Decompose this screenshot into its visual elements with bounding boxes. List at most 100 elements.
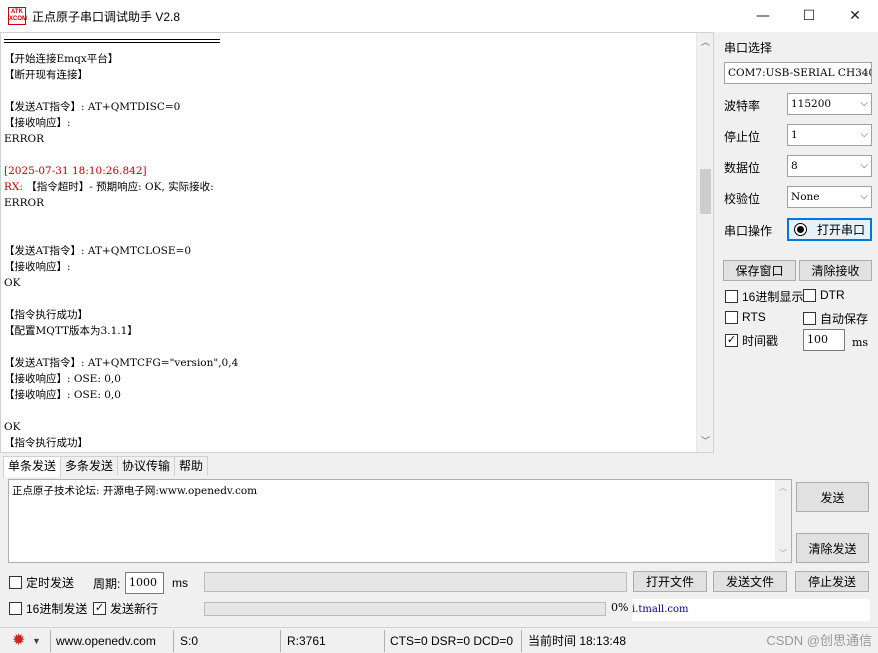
period-label: 周期: [93,577,121,591]
log-line: OK [4,421,21,433]
progress-text: 0% [611,601,629,614]
dtr-label: DTR [820,288,845,302]
clear-send-button[interactable]: 清除发送 [796,533,869,563]
clear-receive-button[interactable]: 清除接收 [799,260,872,281]
auto-save-checkbox[interactable]: 自动保存 [803,310,868,327]
log-line: OK [4,277,21,289]
maximize-button[interactable]: ☐ [786,0,832,32]
stop-send-button[interactable]: 停止发送 [795,571,869,592]
log-line: 【发送AT指令】: AT+QMTCLOSE=0 [4,245,192,257]
minimize-button[interactable]: — [740,0,786,32]
period-input[interactable]: 1000 [125,572,164,594]
status-bar: ✹ ▼ www.openedv.com S:0 R:3761 CTS=0 DSR… [0,627,878,653]
auto-save-label: 自动保存 [820,312,869,326]
log-line: RX: 【指令超时】- 预期响应: OK, 实际接收: [4,181,214,193]
tab-single-send[interactable]: 单条发送 [3,456,62,477]
send-newline-checkbox[interactable]: ✓ 发送新行 [93,600,158,617]
databit-select[interactable]: 8 ⌵ [787,155,872,177]
check-icon: ✓ [93,602,106,615]
log-line: 【接收响应】: OSE: 0,0 [4,389,121,401]
gear-icon[interactable]: ✹ [12,631,25,651]
timed-send-label: 定时发送 [26,576,75,590]
send-progress-bar [204,602,606,616]
checkbox-box [725,310,738,324]
receive-textarea[interactable]: 【开始连接Emqx平台】 【断开现有连接】【发送AT指令】: AT+QMTDISC… [0,32,714,453]
log-line: 【接收响应】: [4,117,71,129]
log-line: 【指令执行成功】 [4,309,88,321]
port-select-label: 串口选择 [724,41,773,55]
chevron-down-icon: ⌵ [860,191,868,202]
period-unit: ms [172,576,188,590]
checkbox-box [803,288,816,302]
chevron-down-icon: ⌵ [860,98,868,109]
log-line: 【接收响应】: OSE: 0,0 [4,373,121,385]
log-line: 【发送AT指令】: AT+QMTCFG="version",0,4 [4,357,239,369]
ad-link-text[interactable]: i.tmall.com [632,604,689,615]
close-button[interactable]: ✕ [832,0,878,32]
databit-value: 8 [791,160,798,172]
checkbox-box [725,290,738,303]
log-line: 【接收响应】: [4,261,71,273]
parity-select[interactable]: None ⌵ [787,186,872,208]
log-line: 【断开现有连接】 [4,69,88,81]
chevron-down-icon[interactable]: ▼ [32,631,41,651]
hex-display-checkbox[interactable]: 16进制显示 [725,288,803,305]
app-logo-icon: ATK XCOM [8,7,27,25]
received-count: R:3761 [287,634,326,648]
timed-send-checkbox[interactable]: 定时发送 [9,574,74,591]
radio-dot-icon [793,223,807,236]
chevron-down-icon: ⌵ [860,160,868,171]
scroll-up-icon[interactable]: ︿ [775,481,791,495]
timestamp-unit: ms [852,336,869,349]
tab-multi-send[interactable]: 多条发送 [60,456,119,476]
watermark: CSDN @创思通信 [766,633,872,648]
send-tabs: 单条发送 多条发送 协议传输 帮助 [3,456,209,477]
port-select[interactable]: COM7:USB-SERIAL CH340 ⌵ [724,62,872,84]
stopbit-value: 1 [791,129,798,141]
send-textarea[interactable]: 正点原子技术论坛: 开源电子网:www.openedv.com ︿ ﹀ [8,479,792,563]
parity-value: None [791,191,820,203]
open-port-button[interactable]: 打开串口 [787,218,872,241]
send-button[interactable]: 发送 [796,482,869,512]
checkbox-box [9,602,22,615]
scroll-thumb[interactable] [700,169,711,214]
hex-send-label: 16进制发送 [26,602,88,616]
send-scrollbar[interactable]: ︿ ﹀ [775,480,791,562]
chevron-down-icon: ⌵ [860,129,868,140]
log-line: 【配置MQTT版本为3.1.1】 [4,325,138,337]
receive-scrollbar[interactable]: ︿ ﹀ [696,33,713,452]
scroll-down-icon[interactable]: ﹀ [697,434,713,451]
stopbit-select[interactable]: 1 ⌵ [787,124,872,146]
hex-send-checkbox[interactable]: 16进制发送 [9,600,87,617]
rts-checkbox[interactable]: RTS [725,310,766,324]
send-file-button[interactable]: 发送文件 [713,571,787,592]
scroll-up-icon[interactable]: ︿ [697,35,713,52]
file-path-field [204,572,627,592]
send-newline-label: 发送新行 [110,602,159,616]
log-line: 【开始连接Emqx平台】 [4,53,119,65]
ad-link[interactable]: i.tmall.com [632,599,870,621]
log-line: 【发送AT指令】: AT+QMTDISC=0 [4,101,181,113]
log-line: 【指令执行成功】 [4,437,88,449]
timestamp-input[interactable]: 100 [803,329,845,351]
port-select-value: COM7:USB-SERIAL CH340 [728,67,872,79]
baud-select[interactable]: 115200 ⌵ [787,93,872,115]
dtr-checkbox[interactable]: DTR [803,288,845,302]
timestamp-checkbox[interactable]: ✓ 时间戳 [725,332,778,349]
window-title: 正点原子串口调试助手 V2.8 [32,9,181,24]
tab-protocol[interactable]: 协议传输 [117,456,176,476]
checkbox-box [803,312,816,325]
tab-help[interactable]: 帮助 [174,456,209,476]
save-window-button[interactable]: 保存窗口 [723,260,796,281]
log-line: ERROR [4,133,44,145]
chevron-down-icon: ⌵ [860,67,868,78]
open-file-button[interactable]: 打开文件 [633,571,707,592]
scroll-down-icon[interactable]: ﹀ [775,547,791,561]
log-line: ERROR [4,197,44,209]
site-link[interactable]: www.openedv.com [56,631,156,651]
